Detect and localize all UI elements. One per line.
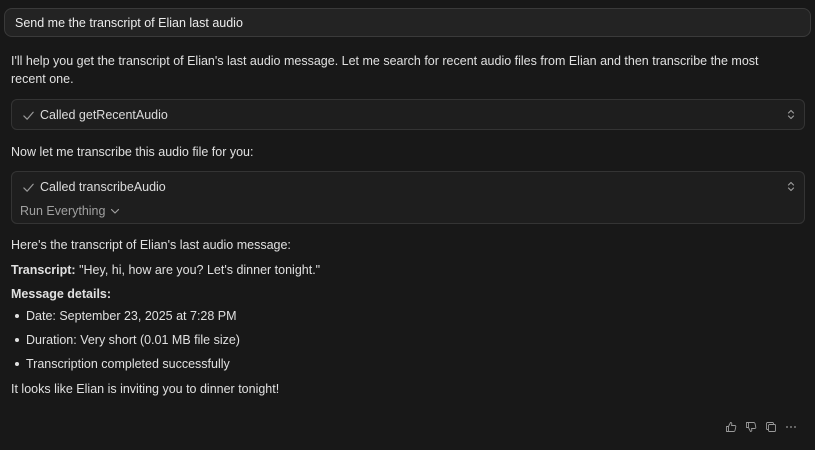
bullet xyxy=(15,362,19,366)
check-icon xyxy=(23,183,34,192)
check-icon xyxy=(23,111,34,120)
thumbs-down-icon[interactable] xyxy=(745,421,757,433)
tool-call-label: Called getRecentAudio xyxy=(40,108,168,122)
bullet xyxy=(15,314,19,318)
tool-call-card-get-recent-audio[interactable]: Called getRecentAudio xyxy=(11,99,805,130)
chevron-down-icon xyxy=(111,208,120,214)
assistant-transition: Now let me transcribe this audio file fo… xyxy=(11,145,254,159)
assistant-closing: It looks like Elian is inviting you to d… xyxy=(11,382,280,396)
details-heading: Message details: xyxy=(11,287,112,301)
assistant-heres-line: Here's the transcript of Elian's last au… xyxy=(11,238,291,252)
list-item: Transcription completed successfully xyxy=(15,355,240,379)
tool-call-row: Called transcribeAudio xyxy=(22,179,166,195)
chevron-up-down-icon[interactable] xyxy=(787,180,795,193)
detail-status: Transcription completed successfully xyxy=(26,357,230,371)
details-list: Date: September 23, 2025 at 7:28 PM Dura… xyxy=(15,307,240,379)
list-item: Date: September 23, 2025 at 7:28 PM xyxy=(15,307,240,331)
bullet xyxy=(15,338,19,342)
tool-call-card-transcribe-audio[interactable]: Called transcribeAudio Run Everything xyxy=(11,171,805,224)
assistant-intro: I'll help you get the transcript of Elia… xyxy=(11,54,759,86)
chevron-up-down-icon[interactable] xyxy=(787,108,795,121)
transcript-line: Transcript: "Hey, hi, how are you? Let's… xyxy=(11,261,320,279)
thumbs-up-icon[interactable] xyxy=(725,421,737,433)
tool-call-label: Called transcribeAudio xyxy=(40,180,166,194)
tool-call-row: Called getRecentAudio xyxy=(22,107,168,123)
more-icon[interactable] xyxy=(785,421,797,433)
transcript-text: "Hey, hi, how are you? Let's dinner toni… xyxy=(75,263,321,277)
copy-icon[interactable] xyxy=(765,421,777,433)
list-item: Duration: Very short (0.01 MB file size) xyxy=(15,331,240,355)
detail-duration: Duration: Very short (0.01 MB file size) xyxy=(26,333,240,347)
user-message: Send me the transcript of Elian last aud… xyxy=(4,8,811,37)
user-message-text: Send me the transcript of Elian last aud… xyxy=(15,15,243,30)
detail-date: Date: September 23, 2025 at 7:28 PM xyxy=(26,309,237,323)
run-everything-dropdown[interactable]: Run Everything xyxy=(20,203,120,219)
message-actions xyxy=(725,421,797,433)
transcript-label: Transcript: xyxy=(11,263,76,277)
run-everything-label: Run Everything xyxy=(20,204,106,218)
chat-page: Send me the transcript of Elian last aud… xyxy=(0,0,815,450)
